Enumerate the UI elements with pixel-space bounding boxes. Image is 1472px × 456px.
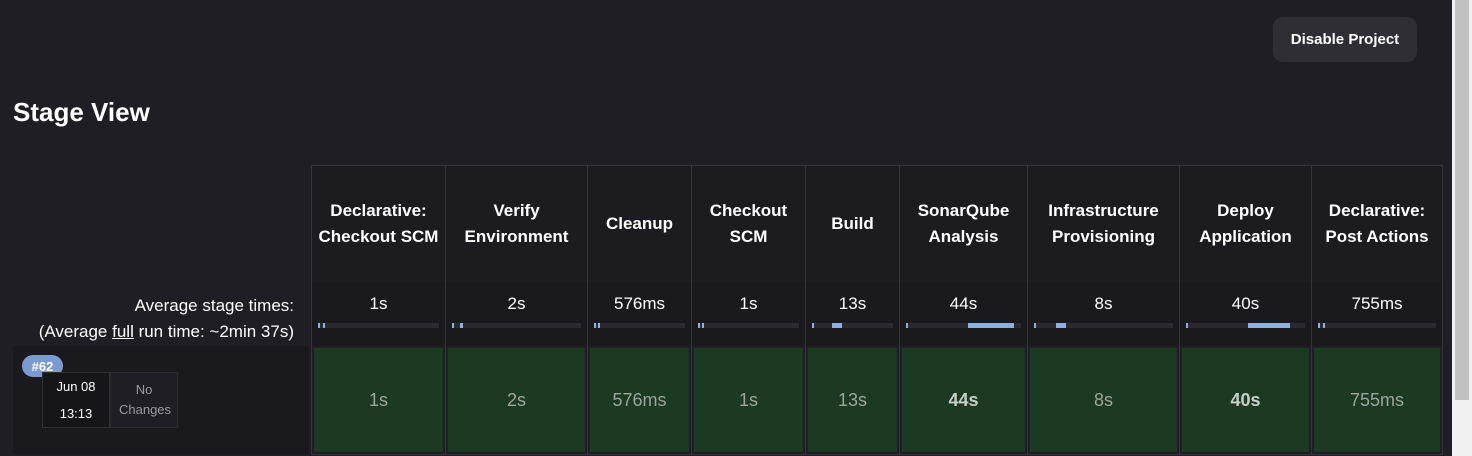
stage-progress-fill	[1323, 323, 1325, 328]
stage-header: Declarative: Checkout SCM	[312, 166, 445, 282]
stage-average-time: 40s	[1231, 294, 1260, 313]
stage-progress-track	[1034, 323, 1173, 328]
stage-average-cell: 755ms	[1312, 282, 1442, 346]
average-stage-times-text: Average stage times:	[134, 296, 294, 315]
stage-progress-fill	[968, 323, 1014, 328]
stage-run-cell[interactable]: 40s	[1182, 348, 1309, 452]
stage-average-time: 44s	[949, 294, 978, 313]
stage-average-cell: 576ms	[588, 282, 691, 346]
stage-average-cell: 44s	[900, 282, 1027, 346]
build-date: Jun 08	[56, 379, 96, 394]
build-changes-box[interactable]: No Changes	[110, 372, 178, 428]
stage-progress-track	[318, 323, 439, 328]
stage-average-time: 755ms	[1351, 294, 1403, 313]
stage-progress-track	[906, 323, 1021, 328]
stage-average-cell: 40s	[1180, 282, 1311, 346]
stage-progress-fill	[598, 323, 600, 328]
stage-average-cell: 2s	[446, 282, 587, 346]
stage-average-cell: 8s	[1028, 282, 1179, 346]
stage-average-time: 2s	[507, 294, 526, 313]
stage-column: Infrastructure Provisioning 8s 8s	[1028, 166, 1180, 454]
stage-average-time: 576ms	[613, 294, 666, 313]
stage-run-cell[interactable]: 576ms	[590, 348, 689, 452]
build-date-box: Jun 08 13:13	[42, 372, 110, 428]
stage-progress-fill	[1248, 323, 1290, 328]
full-run-link[interactable]: full	[112, 322, 134, 341]
average-full-run-text: (Average full run time: ~2min 37s)	[39, 319, 294, 345]
stage-average-cell: 1s	[312, 282, 445, 346]
avg-full-prefix: (Average	[38, 322, 113, 341]
stage-table: Declarative: Checkout SCM 1s 1s Verify Envi…	[311, 165, 1443, 455]
stage-progress-track	[452, 323, 581, 328]
stage-header: Cleanup	[588, 166, 691, 282]
build-changes-text: No Changes	[119, 382, 172, 417]
stage-progress-track	[1318, 323, 1436, 328]
stage-average-time: 8s	[1094, 294, 1113, 313]
stage-average-time: 1s	[369, 294, 388, 313]
stage-column: SonarQube Analysis 44s 44s	[900, 166, 1028, 454]
stage-progress-track	[1186, 323, 1305, 328]
stage-progress-fill	[323, 323, 325, 328]
stage-run-cell[interactable]: 755ms	[1314, 348, 1440, 452]
stage-progress-fill	[832, 323, 842, 328]
stage-average-cell: 13s	[806, 282, 899, 346]
avg-full-suffix: run time: ~2min 37s)	[133, 322, 294, 341]
stage-run-cell[interactable]: 2s	[448, 348, 585, 452]
stage-progress-track	[594, 323, 685, 328]
stage-progress-fill	[460, 323, 463, 328]
stage-header: SonarQube Analysis	[900, 166, 1027, 282]
stage-header: Deploy Application	[1180, 166, 1311, 282]
page-title: Stage View	[13, 97, 150, 127]
stage-run-cell[interactable]: 8s	[1030, 348, 1177, 452]
stage-column: Deploy Application 40s 40s	[1180, 166, 1312, 454]
stage-average-cell: 1s	[692, 282, 805, 346]
stage-run-cell[interactable]: 1s	[694, 348, 803, 452]
stage-header: Infrastructure Provisioning	[1028, 166, 1179, 282]
stage-column: Declarative: Checkout SCM 1s 1s	[312, 166, 446, 454]
stage-column: Cleanup 576ms 576ms	[588, 166, 692, 454]
stage-progress-fill	[1056, 323, 1066, 328]
stage-run-cell[interactable]: 13s	[808, 348, 897, 452]
stage-column: Declarative: Post Actions 755ms 755ms	[1312, 166, 1443, 454]
stage-average-time: 13s	[838, 294, 867, 313]
stage-average-time: 1s	[739, 294, 758, 313]
stage-progress-track	[698, 323, 799, 328]
disable-project-button[interactable]: Disable Project	[1273, 17, 1417, 62]
average-times-label: Average stage times: (Average full run t…	[39, 293, 294, 345]
stage-header: Verify Environment	[446, 166, 587, 282]
stage-progress-fill	[702, 323, 704, 328]
stage-column: Checkout SCM 1s 1s	[692, 166, 806, 454]
stage-header: Declarative: Post Actions	[1312, 166, 1442, 282]
stage-header: Build	[806, 166, 899, 282]
stage-column: Build 13s 13s	[806, 166, 900, 454]
stage-progress-track	[812, 323, 893, 328]
stage-header: Checkout SCM	[692, 166, 805, 282]
scrollbar-thumb[interactable]	[1455, 0, 1469, 400]
page-scrollbar[interactable]	[1452, 0, 1472, 456]
stage-run-cell[interactable]: 1s	[314, 348, 443, 452]
stage-column: Verify Environment 2s 2s	[446, 166, 588, 454]
stage-run-cell[interactable]: 44s	[902, 348, 1025, 452]
build-time: 13:13	[59, 406, 93, 421]
